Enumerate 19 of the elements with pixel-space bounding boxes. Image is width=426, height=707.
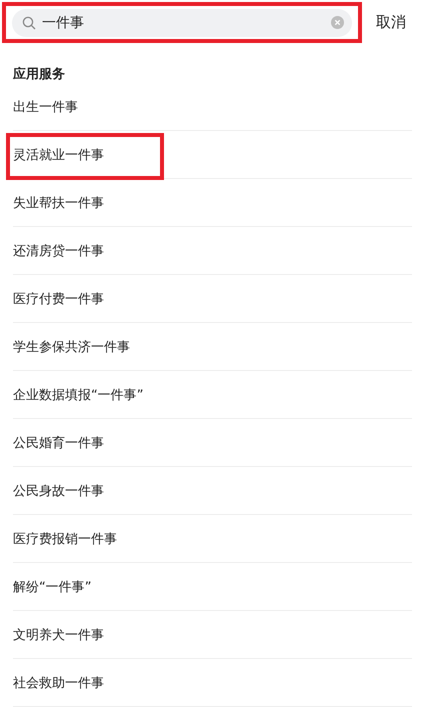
service-item[interactable]: 出生一件事 xyxy=(13,98,78,116)
service-item[interactable]: 公民婚育一件事 xyxy=(13,434,104,452)
service-item[interactable]: 解纷“一件事” xyxy=(13,578,92,596)
service-item[interactable]: 公民身故一件事 xyxy=(13,482,104,500)
cancel-button[interactable]: 取消 xyxy=(376,13,406,32)
search-icon xyxy=(22,16,36,30)
search-input[interactable]: 一件事 xyxy=(42,14,325,30)
section-title: 应用服务 xyxy=(12,66,66,83)
service-item[interactable]: 社会救助一件事 xyxy=(13,674,104,692)
service-item[interactable]: 灵活就业一件事 xyxy=(13,146,104,164)
service-item[interactable]: 还清房贷一件事 xyxy=(13,242,104,260)
service-item[interactable]: 学生参保共济一件事 xyxy=(13,338,130,356)
service-item[interactable]: 文明养犬一件事 xyxy=(13,626,104,644)
service-item[interactable]: 失业帮扶一件事 xyxy=(13,194,104,212)
clear-icon[interactable] xyxy=(331,16,344,29)
search-field[interactable]: 一件事 xyxy=(12,8,352,36)
service-item[interactable]: 医疗付费一件事 xyxy=(13,290,104,308)
service-item[interactable]: 医疗费报销一件事 xyxy=(13,530,117,548)
service-item[interactable]: 企业数据填报“一件事” xyxy=(13,386,144,404)
